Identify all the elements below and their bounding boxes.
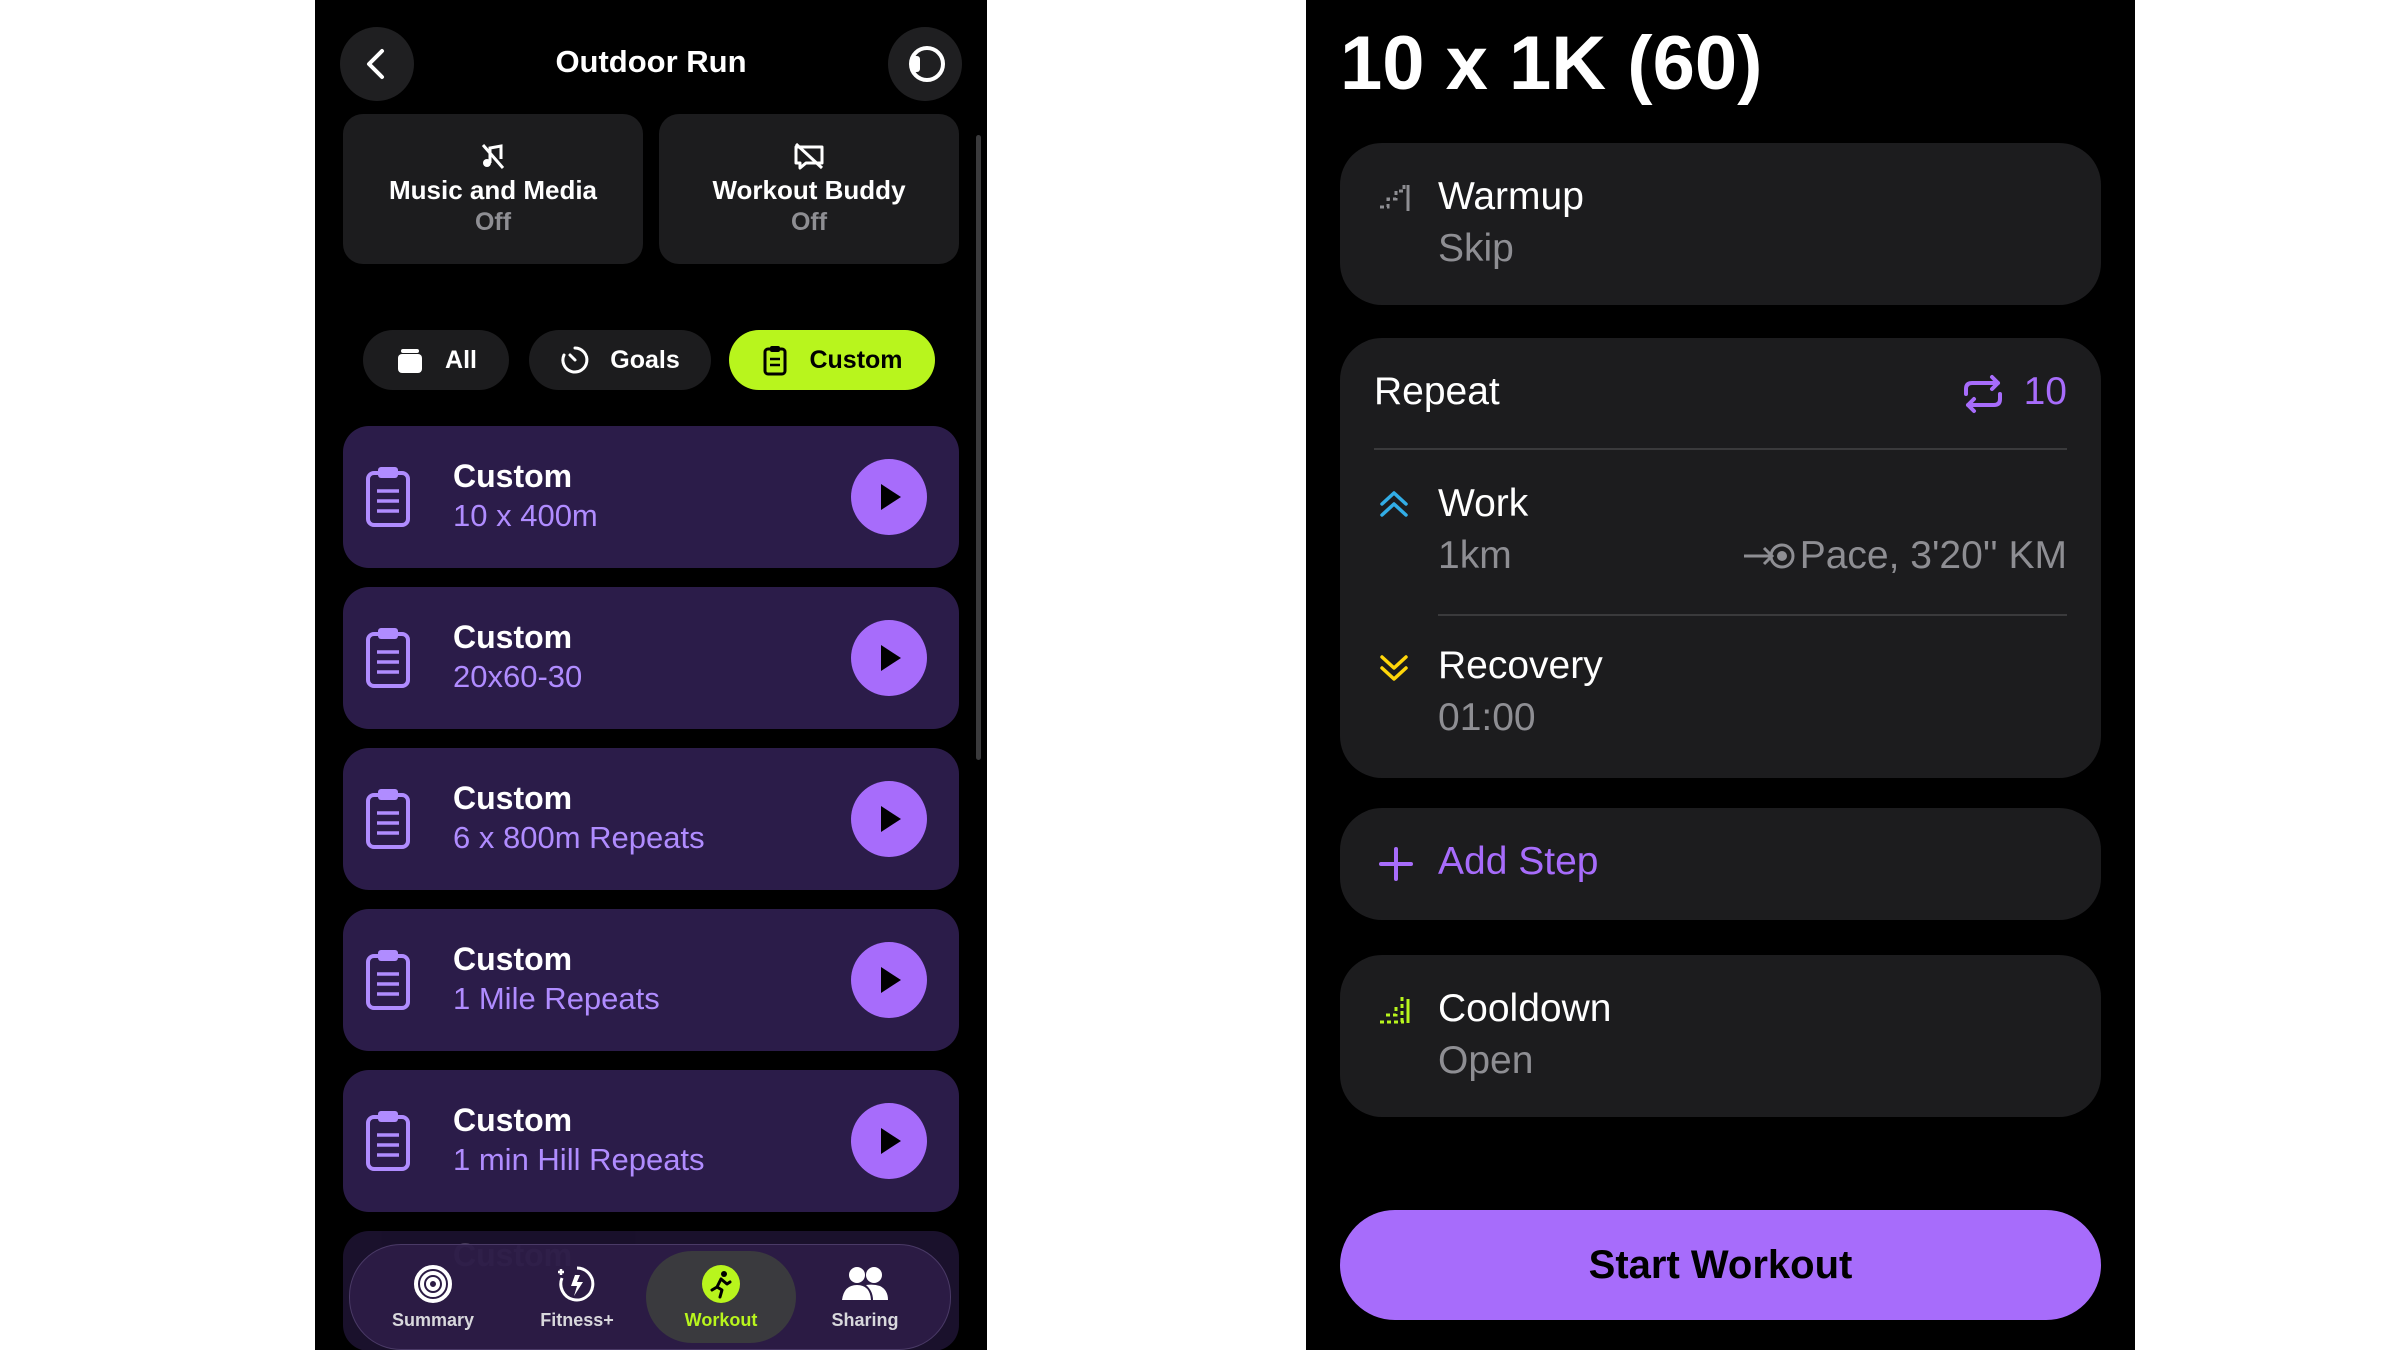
recovery-name: Recovery xyxy=(1438,644,1603,687)
play-icon xyxy=(881,806,901,832)
add-step-button[interactable]: Add Step xyxy=(1340,808,2101,920)
work-chevrons-up-icon xyxy=(1380,491,1408,517)
workout-card[interactable]: Custom 10 x 400m xyxy=(343,426,959,568)
cooldown-value: Open xyxy=(1438,1039,1534,1082)
work-pace-alert: Pace, 3'20'' KM xyxy=(1742,534,2067,578)
workout-detail-screen: 10 x 1K (60) Warmup Skip Repeat 10 Work … xyxy=(1306,0,2135,1350)
workout-card[interactable]: Custom 20x60-30 xyxy=(343,587,959,729)
play-icon xyxy=(881,645,901,671)
add-step-label: Add Step xyxy=(1438,840,1599,883)
play-icon xyxy=(881,967,901,993)
workout-buddy-tile[interactable]: Workout Buddy Off xyxy=(659,114,959,264)
play-button[interactable] xyxy=(851,620,927,696)
goal-timer-icon xyxy=(561,346,589,374)
divider xyxy=(1374,448,2067,450)
workout-title: Custom xyxy=(453,619,573,655)
running-figure-icon xyxy=(702,1264,740,1303)
scrollbar[interactable] xyxy=(976,135,981,760)
buddy-off-icon xyxy=(794,142,824,170)
workout-buddy-label: Workout Buddy xyxy=(712,175,906,205)
filter-all[interactable]: All xyxy=(363,330,509,390)
recovery-value: 01:00 xyxy=(1438,696,1536,739)
clipboard-icon xyxy=(763,346,787,376)
tab-sharing[interactable]: Sharing xyxy=(790,1251,940,1343)
cooldown-icon xyxy=(1380,997,1410,1024)
music-media-tile[interactable]: Music and Media Off xyxy=(343,114,643,264)
workout-card[interactable]: Custom 6 x 800m Repeats xyxy=(343,748,959,890)
repeat-icon xyxy=(1964,375,2002,413)
workout-subtitle: 20x60-30 xyxy=(453,659,583,694)
warmup-name: Warmup xyxy=(1438,175,1584,218)
workout-title: Custom xyxy=(453,1102,573,1138)
play-button[interactable] xyxy=(851,1103,927,1179)
workout-title: Custom xyxy=(453,780,573,816)
music-media-value: Off xyxy=(474,208,512,236)
filter-custom-label: Custom xyxy=(809,345,903,374)
warmup-step[interactable]: Warmup Skip xyxy=(1340,143,2101,305)
play-button[interactable] xyxy=(851,781,927,857)
play-icon xyxy=(881,1128,901,1154)
tab-workout[interactable]: Workout xyxy=(646,1251,796,1343)
repeat-block[interactable]: Repeat 10 Work 1km Pace, 3'20'' KM Recov… xyxy=(1340,338,2101,778)
cooldown-step[interactable]: Cooldown Open xyxy=(1340,955,2101,1117)
watch-icon xyxy=(909,46,945,82)
workout-title: 10 x 1K (60) xyxy=(1340,21,1763,106)
filter-custom[interactable]: Custom xyxy=(729,330,935,390)
workout-subtitle: 6 x 800m Repeats xyxy=(453,820,705,855)
tab-fitness-plus-label: Fitness+ xyxy=(540,1309,614,1330)
workout-buddy-value: Off xyxy=(790,208,828,236)
clipboard-icon xyxy=(366,467,410,527)
clipboard-icon xyxy=(366,789,410,849)
pace-target-icon xyxy=(1743,543,1795,569)
filter-goals[interactable]: Goals xyxy=(529,330,711,390)
work-value: 1km xyxy=(1438,534,1512,577)
tab-sharing-label: Sharing xyxy=(831,1309,899,1330)
cooldown-name: Cooldown xyxy=(1438,987,1612,1030)
clipboard-icon xyxy=(366,1111,410,1171)
music-off-icon xyxy=(481,144,505,169)
workout-title: Custom xyxy=(453,458,573,494)
tab-summary-label: Summary xyxy=(391,1309,475,1330)
workout-list-screen: Outdoor Run Music and Media Off Workout … xyxy=(315,0,987,1350)
clipboard-icon xyxy=(366,628,410,688)
workout-subtitle: 1 Mile Repeats xyxy=(453,981,660,1016)
workout-subtitle: 10 x 400m xyxy=(453,498,598,533)
work-name: Work xyxy=(1438,482,1529,525)
tab-bar: Summary Fitness+ Workout Sharing xyxy=(349,1244,951,1350)
warmup-icon xyxy=(1380,185,1410,211)
workout-title: Custom xyxy=(453,941,573,977)
filter-all-label: All xyxy=(445,345,477,374)
page-title: Outdoor Run xyxy=(555,44,747,79)
plus-icon xyxy=(1379,847,1413,881)
workout-subtitle: 1 min Hill Repeats xyxy=(453,1142,705,1177)
people-icon xyxy=(842,1266,888,1300)
start-workout-button[interactable]: Start Workout xyxy=(1340,1210,2101,1320)
play-button[interactable] xyxy=(851,942,927,1018)
watch-button[interactable] xyxy=(888,27,962,101)
tab-workout-label: Workout xyxy=(684,1309,758,1330)
workout-card[interactable]: Custom 1 Mile Repeats xyxy=(343,909,959,1051)
fitness-plus-icon xyxy=(558,1266,595,1301)
stack-icon xyxy=(398,349,423,373)
filter-goals-label: Goals xyxy=(610,345,680,374)
recovery-chevrons-down-icon xyxy=(1380,655,1408,681)
repeat-count: 10 xyxy=(2023,370,2067,413)
music-media-label: Music and Media xyxy=(388,175,598,205)
workout-card[interactable]: Custom 1 min Hill Repeats xyxy=(343,1070,959,1212)
divider xyxy=(1438,614,2067,616)
play-icon xyxy=(881,484,901,510)
play-button[interactable] xyxy=(851,459,927,535)
activity-rings-icon xyxy=(414,1264,452,1303)
tab-fitness-plus[interactable]: Fitness+ xyxy=(502,1251,652,1343)
warmup-value: Skip xyxy=(1438,227,1514,270)
work-pace-text: Pace, 3'20'' KM xyxy=(1799,534,2067,577)
tab-summary[interactable]: Summary xyxy=(358,1251,508,1343)
clipboard-icon xyxy=(366,950,410,1010)
repeat-label: Repeat xyxy=(1374,370,1500,413)
